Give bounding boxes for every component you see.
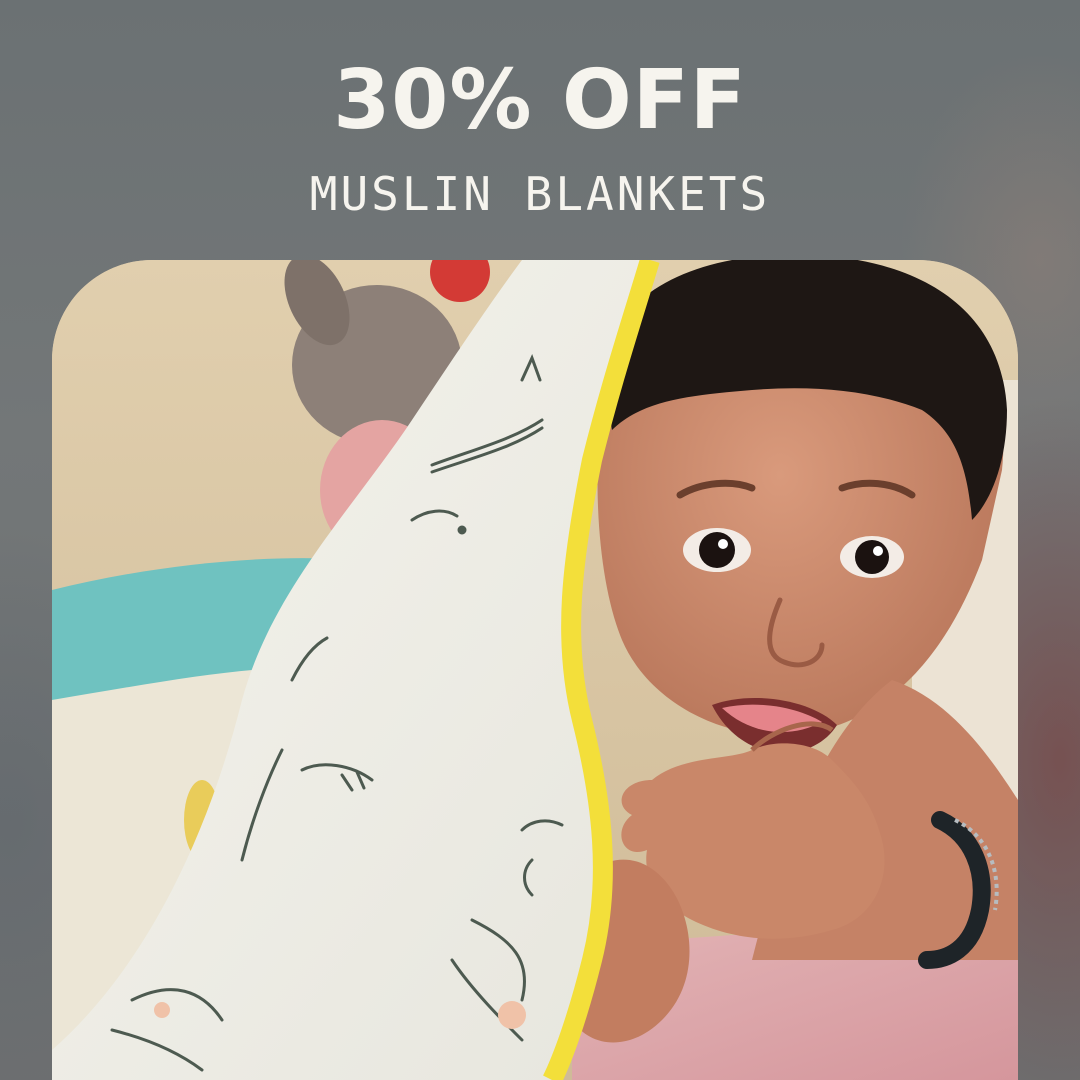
discount-headline: 30% OFF (333, 53, 747, 148)
baby-blanket-illustration (52, 260, 1018, 1080)
product-subheading: MUSLIN BLANKETS (309, 167, 771, 221)
baby-blanket-photo (52, 260, 1018, 1080)
promo-banner: 30% OFF MUSLIN BLANKETS (0, 0, 1080, 1080)
